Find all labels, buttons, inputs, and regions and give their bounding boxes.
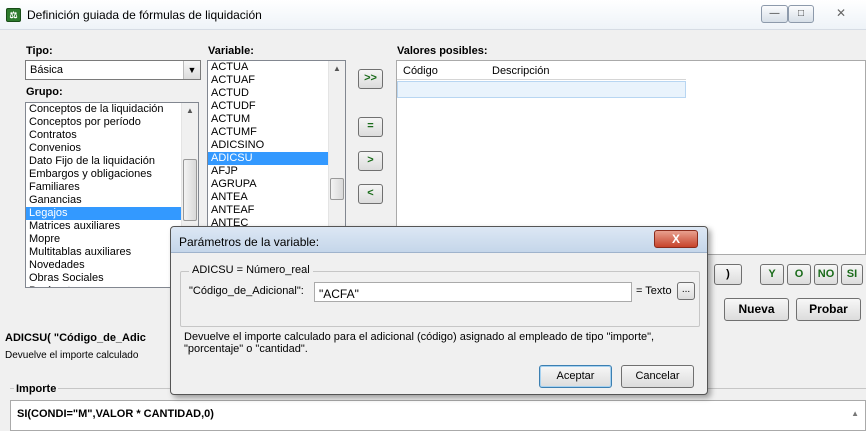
formula-wizard-window: ⚖ Definición guiada de fórmulas de liqui… [0, 0, 866, 431]
col-codigo[interactable]: Código [403, 65, 438, 77]
tipo-select[interactable]: Básica ▼ [25, 60, 201, 80]
parametros-dialog: Parámetros de la variable: X ADICSU = Nú… [170, 226, 708, 395]
param-group: ADICSU = Número_real "Código_de_Adiciona… [180, 264, 700, 327]
variable-item[interactable]: ACTUD [208, 87, 345, 100]
variable-list[interactable]: ACTUA ACTUAF ACTUD ACTUDF ACTUM ACTUMF ADICSIN… [207, 60, 346, 236]
grupo-item[interactable]: Familiares [26, 181, 198, 194]
aceptar-button[interactable]: Aceptar [539, 365, 612, 388]
dialog-title: Parámetros de la variable: [179, 235, 320, 249]
importe-legend: Importe [14, 383, 59, 395]
variable-item[interactable]: ACTUDF [208, 100, 345, 113]
or-button[interactable]: O [787, 264, 811, 285]
chevron-down-icon[interactable]: ▼ [183, 61, 200, 79]
app-icon: ⚖ [6, 8, 21, 22]
variable-signature: ADICSU( "Código_de_Adic [5, 332, 146, 344]
grupo-item[interactable]: Legajos [26, 207, 198, 220]
tipo-value: Básica [30, 64, 64, 76]
variable-item[interactable]: ADICSINO [208, 139, 345, 152]
grupo-item[interactable]: Ganancias [26, 194, 198, 207]
variable-item[interactable]: ANTEAF [208, 204, 345, 217]
dialog-close-button[interactable]: X [654, 230, 698, 248]
formula-editor[interactable]: SI(CONDI="M",VALOR * CANTIDAD,0) ▲ [10, 400, 866, 431]
and-button[interactable]: Y [760, 264, 784, 285]
greater-than-button[interactable]: > [358, 151, 383, 171]
variable-label: Variable: [208, 45, 254, 57]
variable-item[interactable]: ADICSU [208, 152, 345, 165]
window-title: Definición guiada de fórmulas de liquida… [27, 8, 262, 22]
browse-button[interactable]: ... [677, 282, 695, 300]
tipo-label: Tipo: [26, 45, 53, 57]
dialog-title-bar: Parámetros de la variable: X [171, 227, 707, 253]
param-label: "Código_de_Adicional": [189, 285, 304, 297]
scroll-thumb[interactable] [330, 178, 344, 200]
variable-item[interactable]: AFJP [208, 165, 345, 178]
scroll-up-icon[interactable]: ▲ [851, 409, 859, 418]
variable-description: Devuelve el importe calculado [5, 350, 139, 361]
formula-text[interactable]: SI(CONDI="M",VALOR * CANTIDAD,0) [17, 408, 214, 420]
equals-button[interactable]: = [358, 117, 383, 137]
add-all-button[interactable]: >> [358, 69, 383, 89]
not-button[interactable]: NO [814, 264, 838, 285]
title-bar: ⚖ Definición guiada de fórmulas de liqui… [0, 0, 866, 30]
grupo-label: Grupo: [26, 86, 63, 98]
param-group-legend: ADICSU = Número_real [189, 264, 313, 276]
param-value-input[interactable]: "ACFA" [314, 282, 632, 302]
variable-item[interactable]: ACTUA [208, 61, 345, 74]
less-than-button[interactable]: < [358, 184, 383, 204]
grupo-item[interactable]: Embargos y obligaciones [26, 168, 198, 181]
scroll-up-icon[interactable]: ▲ [329, 61, 345, 77]
minimize-button[interactable]: — [761, 5, 788, 23]
grupo-item[interactable]: Dato Fijo de la liquidación [26, 155, 198, 168]
grupo-item[interactable]: Contratos [26, 129, 198, 142]
cancelar-button[interactable]: Cancelar [621, 365, 694, 388]
maximize-button[interactable]: □ [788, 5, 814, 23]
valores-label: Valores posibles: [397, 45, 488, 57]
grid-header: Código Descripción [397, 61, 686, 80]
grupo-item[interactable]: Conceptos de la liquidación [26, 103, 198, 116]
scroll-up-icon[interactable]: ▲ [182, 103, 198, 119]
grid-row[interactable] [397, 81, 686, 98]
nueva-button[interactable]: Nueva [724, 298, 789, 321]
variable-item[interactable]: ACTUMF [208, 126, 345, 139]
variable-item[interactable]: AGRUPA [208, 178, 345, 191]
if-button[interactable]: SI [841, 264, 863, 285]
probar-button[interactable]: Probar [796, 298, 861, 321]
grupo-item[interactable]: Conceptos por período [26, 116, 198, 129]
param-type: = Texto [636, 285, 672, 297]
variable-item[interactable]: ACTUAF [208, 74, 345, 87]
scroll-thumb[interactable] [183, 159, 197, 221]
close-window-button[interactable]: ✕ [821, 5, 861, 23]
col-descripcion[interactable]: Descripción [492, 65, 549, 77]
grupo-item[interactable]: Convenios [26, 142, 198, 155]
dialog-help-text: Devuelve el importe calculado para el ad… [184, 331, 655, 355]
close-paren-button[interactable]: ) [714, 264, 742, 285]
variable-item[interactable]: ANTEA [208, 191, 345, 204]
variable-scrollbar[interactable]: ▲ [328, 61, 345, 235]
variable-item[interactable]: ACTUM [208, 113, 345, 126]
